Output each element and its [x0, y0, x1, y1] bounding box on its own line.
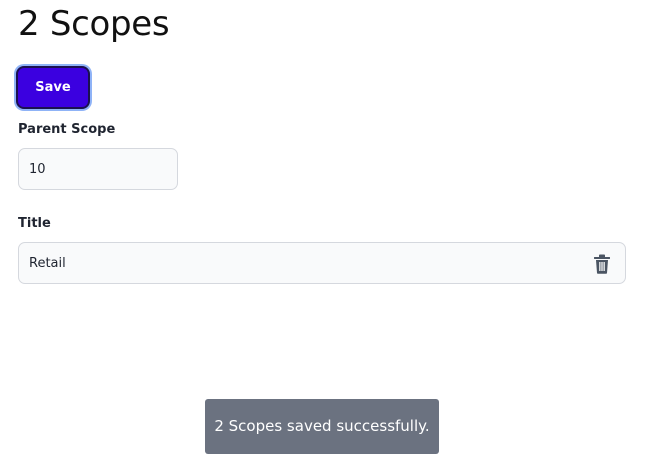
title-input[interactable]: [29, 243, 579, 283]
page-title: 2 Scopes: [18, 4, 170, 44]
title-field[interactable]: [18, 242, 626, 284]
trash-icon[interactable]: [593, 254, 611, 274]
scope-edit-page: 2 Scopes Save Parent Scope Title 2 Scope…: [0, 0, 645, 464]
parent-scope-input[interactable]: [29, 149, 169, 189]
save-button[interactable]: Save: [16, 66, 90, 109]
success-toast: 2 Scopes saved successfully.: [205, 399, 439, 454]
title-label: Title: [18, 216, 51, 231]
parent-scope-field[interactable]: [18, 148, 178, 190]
parent-scope-label: Parent Scope: [18, 122, 116, 137]
